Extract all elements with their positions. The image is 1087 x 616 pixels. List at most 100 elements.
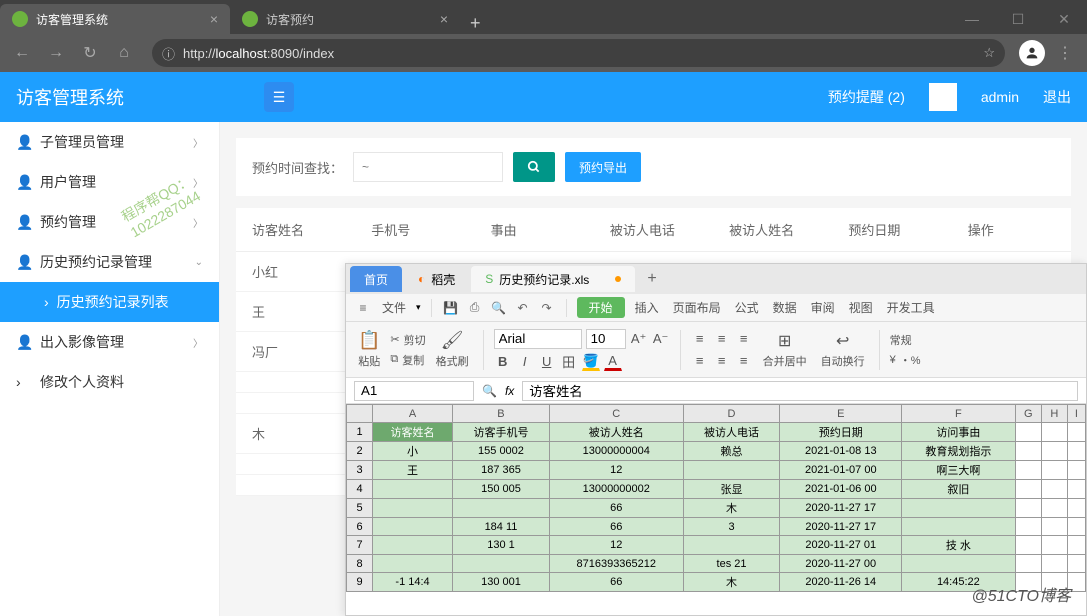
chevron-right-icon: 〉	[193, 335, 203, 350]
cell-ref-input[interactable]	[354, 381, 474, 401]
home-button[interactable]: ⌂	[110, 39, 138, 67]
export-button[interactable]: 预约导出	[565, 152, 641, 182]
sidebar-item-history[interactable]: 👤历史预约记录管理⌄	[0, 242, 219, 282]
copy-icon: ⧉	[390, 353, 398, 366]
wrap-group[interactable]: ↩自动换行	[817, 331, 869, 369]
save-icon[interactable]: 💾	[442, 299, 460, 317]
star-icon[interactable]: ☆	[983, 45, 995, 61]
address-bar[interactable]: ⓘ http://localhost:8090/index ☆	[152, 39, 1005, 67]
layout-tab[interactable]: 页面布局	[669, 299, 725, 316]
dev-tab[interactable]: 开发工具	[883, 299, 939, 316]
align-left-icon[interactable]: ≡	[691, 352, 709, 370]
underline-button[interactable]: U	[538, 353, 556, 371]
doke-icon: ◐	[418, 272, 425, 286]
sidebar-item-users[interactable]: 👤用户管理〉	[0, 162, 219, 202]
cut-button[interactable]: ✂剪切	[390, 332, 425, 348]
paste-group[interactable]: 📋粘贴	[354, 330, 384, 369]
merge-group[interactable]: ⊞合并居中	[759, 331, 811, 369]
wps-tab-doke[interactable]: ◐稻壳	[404, 266, 469, 292]
start-tab[interactable]: 开始	[577, 297, 625, 318]
currency-button[interactable]: ¥	[890, 354, 896, 366]
align-bot-icon[interactable]: ≡	[735, 330, 753, 348]
wrap-icon: ↩	[836, 331, 849, 351]
url-text: http://localhost:8090/index	[183, 46, 334, 61]
sidebar-item-profile[interactable]: ›修改个人资料	[0, 362, 219, 402]
th-reason: 事由	[475, 208, 594, 251]
sidebar-subitem-history-list[interactable]: ›历史预约记录列表	[0, 282, 219, 322]
user-icon: 👤	[16, 174, 30, 191]
close-icon[interactable]: ×	[210, 11, 218, 27]
maximize-button[interactable]: ☐	[995, 4, 1041, 34]
sidebar-toggle[interactable]: ☰	[264, 82, 294, 112]
align-mid-icon[interactable]: ≡	[713, 330, 731, 348]
italic-button[interactable]: I	[516, 353, 534, 371]
chevron-right-icon: ›	[16, 374, 30, 390]
align-right-icon[interactable]: ≡	[735, 352, 753, 370]
fill-color-button[interactable]: 🪣	[582, 353, 600, 371]
user-icon: 👤	[16, 134, 30, 151]
brush-group[interactable]: 🖌格式刷	[432, 330, 473, 369]
wps-tab-home[interactable]: 首页	[350, 266, 402, 292]
logout-link[interactable]: 退出	[1043, 87, 1071, 107]
sidebar-item-media[interactable]: 👤出入影像管理〉	[0, 322, 219, 362]
bold-button[interactable]: B	[494, 353, 512, 371]
decrease-font-icon[interactable]: A⁻	[652, 330, 670, 348]
fx-search-icon[interactable]: 🔍	[482, 384, 497, 398]
th-phone: 手机号	[355, 208, 474, 251]
align-top-icon[interactable]: ≡	[691, 330, 709, 348]
insert-tab[interactable]: 插入	[631, 299, 663, 316]
formula-input[interactable]	[522, 381, 1078, 401]
chevron-right-icon: 〉	[193, 175, 203, 190]
close-button[interactable]: ✕	[1041, 4, 1087, 34]
wps-tabs: 首页 ◐稻壳 S历史预约记录.xls +	[346, 264, 1086, 294]
wps-new-tab[interactable]: +	[637, 270, 666, 288]
info-icon: ⓘ	[162, 44, 175, 63]
redo-icon[interactable]: ↷	[538, 299, 556, 317]
undo-icon[interactable]: ↶	[514, 299, 532, 317]
spring-icon	[242, 11, 258, 27]
wps-window: 首页 ◐稻壳 S历史预约记录.xls + ≡ 文件▾ 💾 ⎙ 🔍 ↶ ↷ 开始 …	[345, 263, 1087, 616]
new-tab-button[interactable]: +	[460, 13, 491, 34]
wps-toolbar: 📋粘贴 ✂剪切 ⧉复制 🖌格式刷 A⁺ A⁻ B I U 田 🪣 A	[346, 322, 1086, 378]
browser-tab-1[interactable]: 访客管理系统 ×	[0, 4, 230, 34]
th-date: 预约日期	[832, 208, 951, 251]
sidebar-item-booking[interactable]: 👤预约管理〉	[0, 202, 219, 242]
align-center-icon[interactable]: ≡	[713, 352, 731, 370]
preview-icon[interactable]: 🔍	[490, 299, 508, 317]
data-tab[interactable]: 数据	[769, 299, 801, 316]
cut-icon: ✂	[390, 333, 399, 346]
increase-font-icon[interactable]: A⁺	[630, 330, 648, 348]
profile-button[interactable]	[1019, 40, 1045, 66]
reload-button[interactable]: ↻	[76, 39, 104, 67]
close-icon[interactable]: ×	[440, 11, 448, 27]
file-menu[interactable]: 文件	[378, 299, 410, 316]
view-tab[interactable]: 视图	[845, 299, 877, 316]
font-select[interactable]	[494, 329, 582, 349]
print-icon[interactable]: ⎙	[466, 299, 484, 317]
review-tab[interactable]: 审阅	[807, 299, 839, 316]
sidebar-item-admin[interactable]: 👤子管理员管理〉	[0, 122, 219, 162]
search-button[interactable]	[513, 152, 555, 182]
format-normal[interactable]: 常规	[890, 332, 912, 348]
menu-icon[interactable]: ≡	[354, 299, 372, 317]
fx-icon: fx	[505, 384, 514, 398]
font-color-button[interactable]: A	[604, 353, 622, 371]
border-button[interactable]: 田	[560, 353, 578, 371]
menu-button[interactable]: ⋮	[1051, 39, 1079, 67]
browser-tab-2[interactable]: 访客预约 ×	[230, 4, 460, 34]
formula-tab[interactable]: 公式	[731, 299, 763, 316]
notify-link[interactable]: 预约提醒 (2)	[828, 87, 905, 107]
sidebar: 程序帮QQ：1022287044 👤子管理员管理〉 👤用户管理〉 👤预约管理〉 …	[0, 122, 220, 616]
back-button[interactable]: ←	[8, 39, 36, 67]
forward-button[interactable]: →	[42, 39, 70, 67]
th-visitee-name: 被访人姓名	[713, 208, 832, 251]
tab-title: 访客预约	[266, 11, 314, 28]
minimize-button[interactable]: —	[949, 4, 995, 34]
merge-icon: ⊞	[778, 331, 791, 351]
date-search-input[interactable]	[353, 152, 503, 182]
wps-tab-file[interactable]: S历史预约记录.xls	[471, 266, 635, 292]
size-select[interactable]	[586, 329, 626, 349]
username[interactable]: admin	[981, 89, 1019, 105]
copy-button[interactable]: ⧉复制	[390, 352, 425, 368]
avatar[interactable]	[929, 83, 957, 111]
